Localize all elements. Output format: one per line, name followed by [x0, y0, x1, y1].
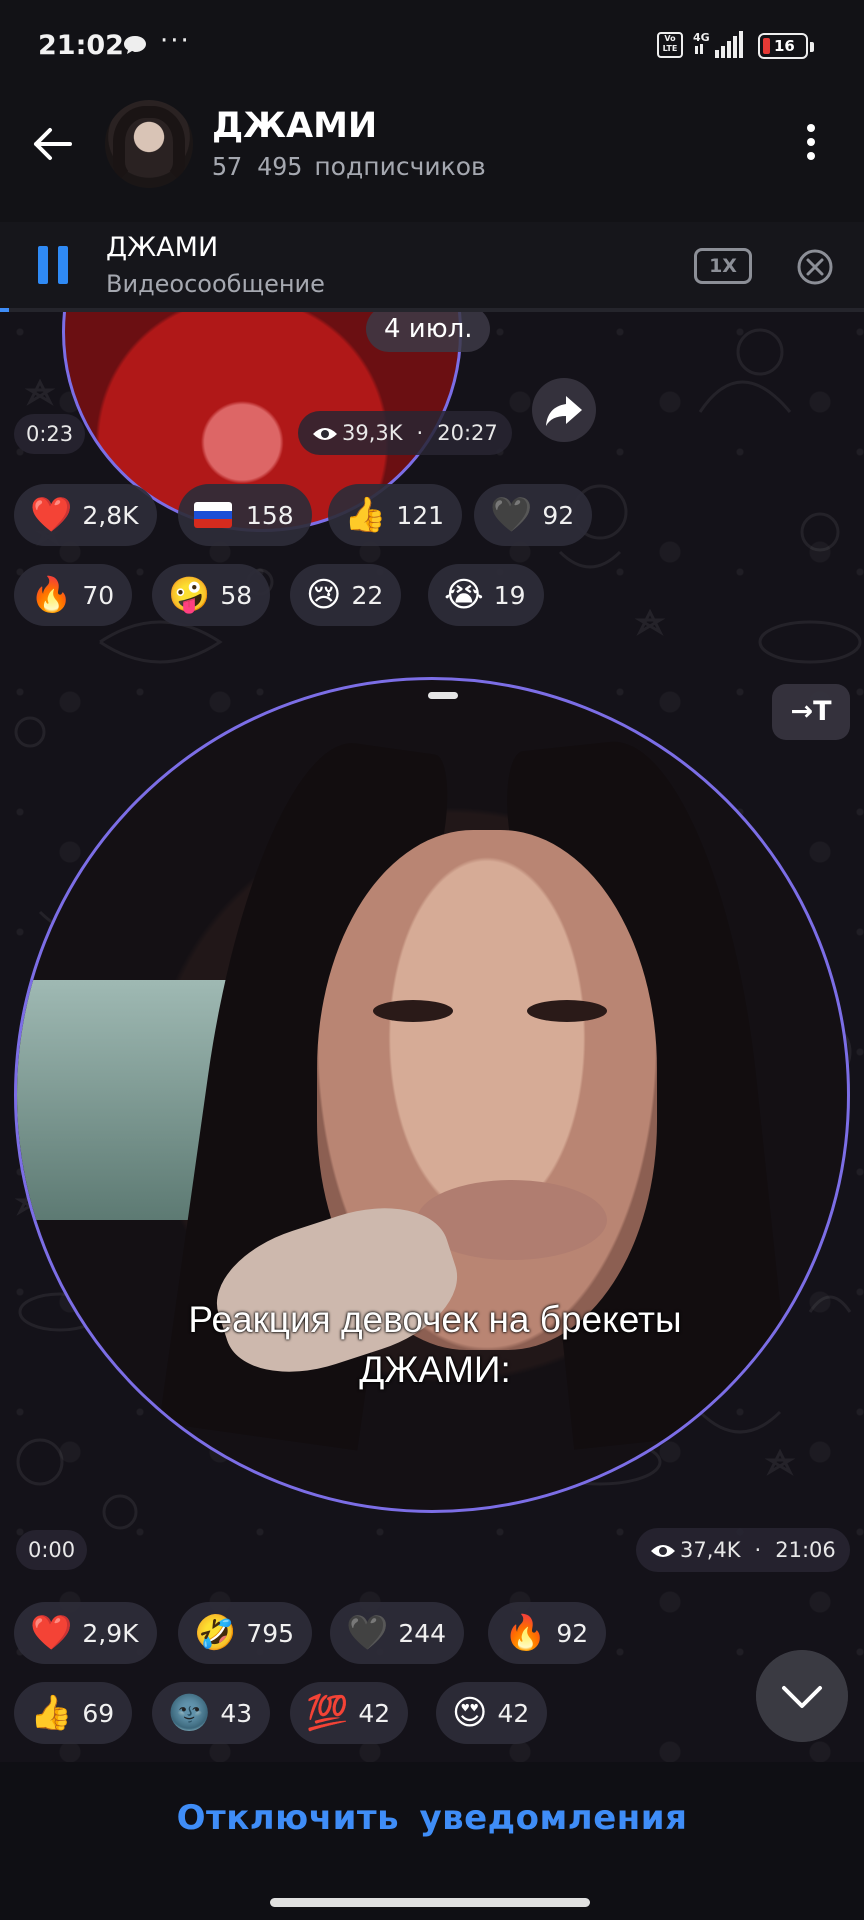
subscriber-count: 57 495 подписчиков	[212, 152, 486, 181]
svg-text:4G: 4G	[693, 31, 710, 44]
status-time: 21:02	[38, 30, 124, 61]
video-duration: 0:23	[14, 414, 86, 454]
channel-avatar[interactable]	[105, 100, 193, 188]
battery-level: 16	[774, 37, 795, 55]
round-video-message[interactable]: Реакция девочек на брекеты ДЖАМИ:	[14, 677, 850, 1513]
views-count: 39,3K	[342, 421, 403, 445]
hundred-points-icon: 💯	[306, 1693, 349, 1733]
reaction-black-heart[interactable]: 🖤 92	[474, 484, 593, 546]
thumbs-up-icon: 👍	[344, 495, 387, 535]
black-heart-icon: 🖤	[346, 1613, 389, 1653]
forward-share-icon[interactable]	[532, 378, 596, 442]
chat-feed[interactable]: 4 июл. 0:23 39,3K · 20:27 ❤️ 2,8K 158 👍 121 …	[0, 312, 864, 1762]
red-heart-icon: ❤️	[30, 495, 73, 535]
fire-icon: 🔥	[504, 1613, 547, 1653]
views-eye-icon	[313, 428, 337, 440]
translate-button[interactable]: →T	[772, 684, 850, 740]
status-bar: 21:02 ··· Vo LTE 4G 16	[0, 0, 864, 92]
message-notification-icon	[124, 36, 146, 54]
message-time: 21:06	[775, 1538, 836, 1562]
zany-face-icon: 🤪	[168, 575, 211, 615]
reaction-fire[interactable]: 🔥 92	[488, 1602, 607, 1664]
reaction-hundred[interactable]: 💯 42	[290, 1682, 409, 1744]
date-divider: 4 июл.	[366, 312, 491, 352]
signal-icon: 4G	[693, 31, 743, 58]
reaction-black-heart[interactable]: 🖤 244	[330, 1602, 465, 1664]
media-player-bar[interactable]: ДЖАМИ Видеосообщение 1X	[0, 222, 864, 312]
reaction-rolling-laughing[interactable]: 🤣 795	[178, 1602, 313, 1664]
heart-eyes-icon: 😍	[452, 1693, 488, 1733]
channel-header[interactable]: ДЖАМИ 57 495 подписчиков	[0, 92, 864, 222]
reaction-heart[interactable]: ❤️ 2,9K	[14, 1602, 157, 1664]
volte-icon: Vo LTE	[657, 32, 683, 58]
channel-title: ДЖАМИ	[212, 106, 378, 146]
bottom-bar: Отключить уведомления	[0, 1762, 864, 1920]
pause-icon[interactable]	[38, 246, 68, 284]
home-indicator[interactable]	[270, 1898, 590, 1907]
reaction-loudly-crying[interactable]: 😭 19	[428, 564, 544, 626]
close-player-icon[interactable]	[796, 248, 834, 286]
fire-icon: 🔥	[30, 575, 73, 615]
drag-handle[interactable]	[428, 692, 458, 699]
scroll-down-icon[interactable]	[756, 1650, 848, 1742]
message-time: 20:27	[437, 421, 498, 445]
reaction-zany-face[interactable]: 🤪 58	[152, 564, 271, 626]
player-subtitle: Видеосообщение	[106, 270, 325, 298]
loudly-crying-face-icon: 😭	[444, 575, 484, 615]
video-caption: Реакция девочек на брекеты ДЖАМИ:	[188, 1299, 682, 1390]
more-notifications-icon: ···	[160, 26, 191, 56]
back-arrow-icon[interactable]	[30, 122, 74, 166]
reaction-russia-flag[interactable]: 158	[178, 484, 312, 546]
russia-flag-icon	[194, 502, 232, 528]
more-vertical-icon[interactable]	[796, 122, 826, 162]
crying-face-icon: 😢	[306, 575, 342, 615]
red-heart-icon: ❤️	[30, 1613, 73, 1653]
player-title: ДЖАМИ	[106, 232, 219, 263]
thumbs-up-icon: 👍	[30, 1693, 73, 1733]
reaction-crying-face[interactable]: 😢 22	[290, 564, 402, 626]
message-meta: 37,4K · 21:06	[636, 1528, 850, 1572]
black-heart-icon: 🖤	[490, 495, 533, 535]
playback-speed-button[interactable]: 1X	[694, 248, 752, 284]
views-eye-icon	[651, 1545, 675, 1557]
reaction-heart[interactable]: ❤️ 2,8K	[14, 484, 157, 546]
reaction-moon-face[interactable]: 🌚 43	[152, 1682, 271, 1744]
new-moon-face-icon: 🌚	[168, 1693, 211, 1733]
reaction-thumbs-up[interactable]: 👍 69	[14, 1682, 133, 1744]
reaction-heart-eyes[interactable]: 😍 42	[436, 1682, 548, 1744]
battery-icon: 16	[758, 33, 814, 59]
reaction-fire[interactable]: 🔥 70	[14, 564, 133, 626]
rolling-laughing-icon: 🤣	[194, 1613, 237, 1653]
reaction-thumbs-up[interactable]: 👍 121	[328, 484, 463, 546]
video-duration: 0:00	[16, 1530, 88, 1570]
mute-notifications-button[interactable]: Отключить уведомления	[0, 1798, 864, 1838]
views-count: 37,4K	[680, 1538, 741, 1562]
message-meta: 39,3K · 20:27	[298, 411, 512, 455]
